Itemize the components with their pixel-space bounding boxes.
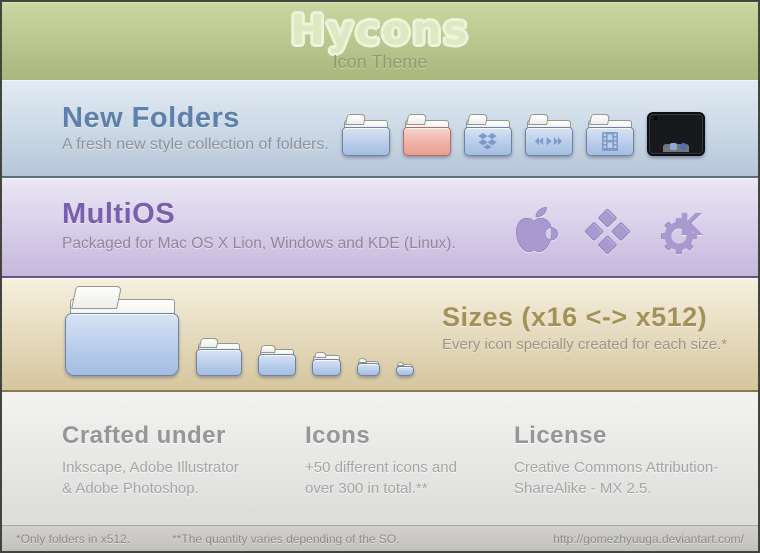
info-title: License <box>514 422 607 449</box>
folder-tab <box>405 114 428 125</box>
folder-front <box>464 126 512 156</box>
dock-item <box>680 143 687 150</box>
footnote-quantity: **The quantity varies depending of the S… <box>172 531 400 546</box>
folder-front <box>65 313 179 376</box>
folder-tab <box>397 362 406 366</box>
folder-x128 <box>64 286 180 376</box>
section-sizes: Sizes (x16 <-> x512) Every icon speciall… <box>2 278 758 392</box>
section-new-folders: New Folders A fresh new style collection… <box>2 80 758 178</box>
footnotes: *Only folders in x512. **The quantity va… <box>16 532 400 546</box>
playback-arrows-icon <box>535 137 563 146</box>
dropbox-folder-icon <box>464 114 512 156</box>
folder-icon-row <box>342 112 705 156</box>
folder-tab <box>358 358 369 363</box>
diamond <box>610 221 631 241</box>
section-info: Crafted under Inkscape, Adobe Illustrato… <box>2 392 758 525</box>
film-strip-icon <box>602 131 618 151</box>
folder-tab <box>527 114 550 125</box>
section-multios: MultiOS Packaged for Mac OS X Lion, Wind… <box>2 178 758 278</box>
section-subtitle: A fresh new style collection of folders. <box>62 136 329 153</box>
folder-front <box>196 349 242 376</box>
app-subtitle: Icon Theme <box>332 52 428 72</box>
windows-diamonds <box>583 207 631 255</box>
folder-tab <box>313 352 327 359</box>
folder-front <box>312 359 341 376</box>
info-title: Crafted under <box>62 422 226 449</box>
apple-logo-icon <box>516 207 558 253</box>
folder-tab <box>466 114 489 125</box>
folder-tab <box>588 114 611 125</box>
folder-front <box>342 126 390 156</box>
folder-x32 <box>312 352 341 376</box>
section-subtitle: Packaged for Mac OS X Lion, Windows and … <box>62 235 456 252</box>
header-banner: Hycons Icon Theme <box>2 2 758 80</box>
folder-front <box>525 126 573 156</box>
section-subtitle: Every icon specially created for each si… <box>442 336 728 353</box>
author-url: http://gomezhyuuga.deviantart.com/ <box>553 531 744 546</box>
folder-tab <box>70 286 123 310</box>
info-title: Icons <box>305 422 371 449</box>
footnote-sizes: *Only folders in x512. <box>16 531 131 546</box>
os-icon-row: K <box>510 202 708 260</box>
info-col-icons: Icons +50 different icons and over 300 i… <box>305 422 514 525</box>
folder-tab <box>344 114 367 125</box>
info-body: Creative Commons Attribution- ShareAlike… <box>514 459 719 497</box>
folder-x48 <box>196 338 242 376</box>
folder-front <box>403 126 451 156</box>
kde-logo-icon: K <box>660 208 704 255</box>
folder-tab <box>198 338 220 348</box>
diamond <box>597 234 617 255</box>
folder-front <box>357 363 380 376</box>
dropbox-icon <box>478 133 498 150</box>
windows-logo-icon <box>582 206 632 256</box>
app-logo: Hycons <box>289 5 470 56</box>
info-col-license: License Creative Commons Attribution- Sh… <box>514 422 758 525</box>
folder-front <box>586 126 634 156</box>
plain-folder-icon <box>342 114 390 156</box>
svg-text:K: K <box>679 208 704 243</box>
folder-tab <box>260 345 278 354</box>
info-body: Inkscape, Adobe Illustrator & Adobe Phot… <box>62 459 239 497</box>
footer-bar: *Only folders in x512. **The quantity va… <box>2 525 758 551</box>
folder-front <box>396 366 414 376</box>
section-title: New Folders <box>62 102 240 134</box>
desktop-screen-icon <box>647 112 705 156</box>
info-body: +50 different icons and over 300 in tota… <box>305 459 457 497</box>
video-folder-icon <box>586 114 634 156</box>
section-title: Sizes (x16 <-> x512) <box>442 302 708 332</box>
folder-front <box>258 354 296 376</box>
dock-item <box>670 143 677 150</box>
diamond <box>597 207 617 228</box>
folder-x16 <box>396 362 414 376</box>
camera-dot <box>654 117 657 120</box>
folder-x40 <box>258 345 296 376</box>
diamond <box>583 221 604 241</box>
red-folder-icon <box>403 114 451 156</box>
folder-x24 <box>357 358 380 376</box>
media-folder-icon <box>525 114 573 156</box>
hycons-promo-page: Hycons Icon Theme New Folders A fresh ne… <box>0 0 760 553</box>
section-title: MultiOS <box>62 198 176 230</box>
info-col-crafted: Crafted under Inkscape, Adobe Illustrato… <box>62 422 305 525</box>
size-ladder-row <box>64 286 414 376</box>
